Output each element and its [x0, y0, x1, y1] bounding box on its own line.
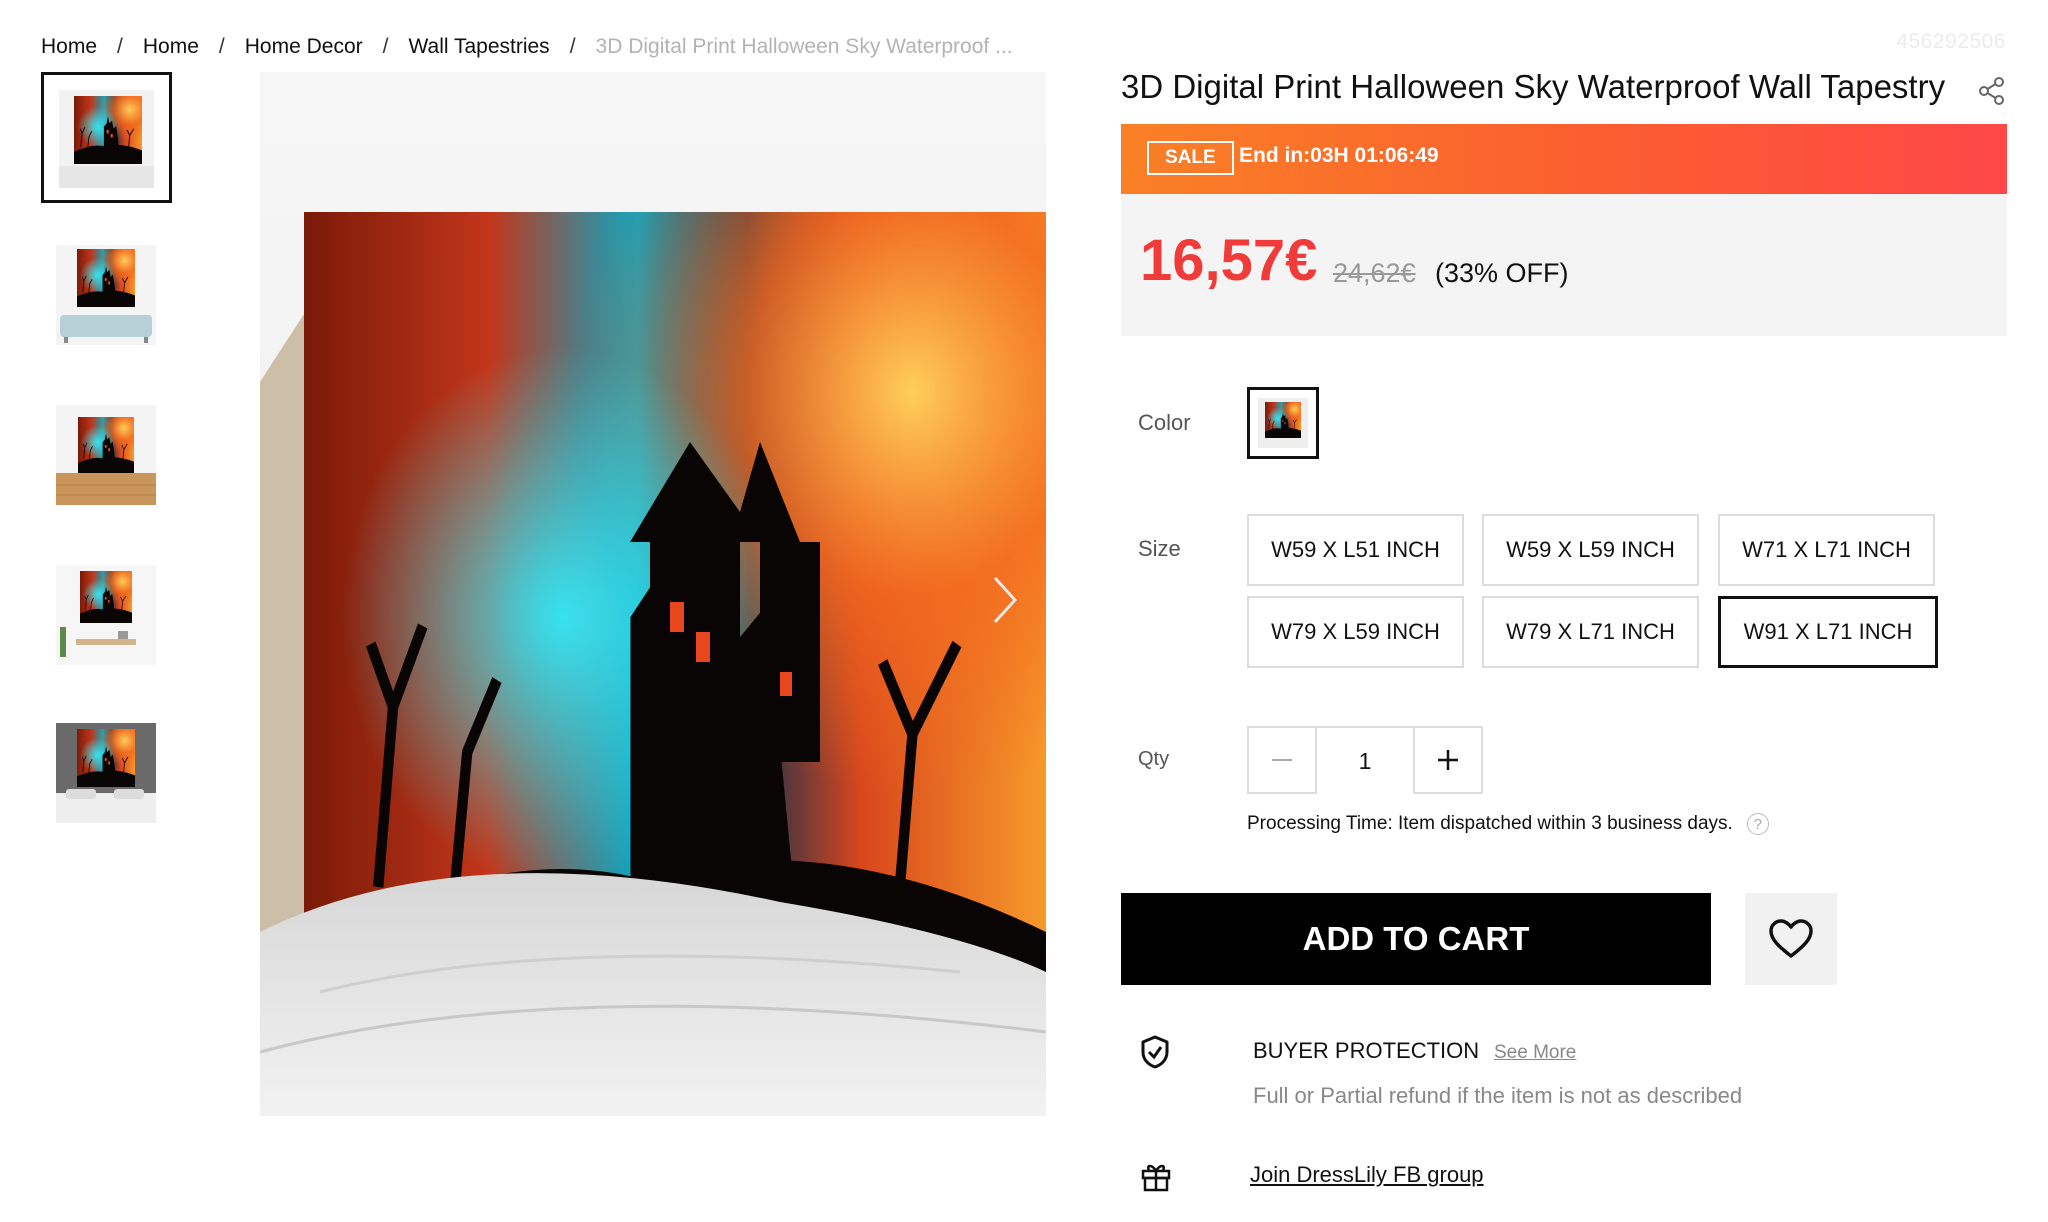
- processing-time: Processing Time: Item dispatched within …: [1247, 813, 1769, 835]
- thumbnail-3[interactable]: [41, 390, 172, 521]
- help-icon[interactable]: ?: [1746, 813, 1769, 835]
- thumbnail-5[interactable]: [41, 708, 172, 839]
- thumbnail-image: [56, 245, 156, 345]
- wishlist-button[interactable]: [1745, 893, 1837, 985]
- size-option-w79-l71[interactable]: W79 X L71 INCH: [1482, 596, 1699, 668]
- gift-icon: [1141, 1164, 1171, 1192]
- share-icon[interactable]: [1978, 76, 2006, 106]
- price-panel: 16,57€ 24,62€ (33% OFF): [1121, 194, 2007, 336]
- thumbnail-2[interactable]: [41, 230, 172, 361]
- buyer-protection-title: BUYER PROTECTION: [1253, 1038, 1480, 1063]
- flash-sale-bar: SALE End in:03H 01:06:49: [1121, 124, 2007, 194]
- breadcrumb-link-wall-tapestries[interactable]: Wall Tapestries: [408, 35, 549, 59]
- size-option-w59-l59[interactable]: W59 X L59 INCH: [1482, 514, 1699, 586]
- product-sku: 456292506: [1896, 30, 2006, 53]
- thumbnail-1[interactable]: [41, 72, 172, 203]
- plus-icon[interactable]: [1413, 728, 1481, 792]
- shield-check-icon: [1141, 1035, 1169, 1069]
- sale-countdown: End in:03H 01:06:49: [1239, 144, 1439, 167]
- buyer-protection-description: Full or Partial refund if the item is no…: [1253, 1083, 1743, 1108]
- current-price: 16,57€: [1140, 228, 1318, 293]
- size-label: Size: [1138, 536, 1181, 561]
- quantity-stepper: [1247, 726, 1483, 794]
- size-option-w79-l59[interactable]: W79 X L59 INCH: [1247, 596, 1464, 668]
- thumbnail-image: [56, 565, 156, 665]
- minus-icon[interactable]: [1249, 728, 1317, 792]
- product-photo: [260, 72, 1046, 1116]
- qty-label: Qty: [1138, 748, 1170, 770]
- thumbnail-image: [59, 90, 154, 188]
- color-swatch-image: [1258, 398, 1308, 448]
- size-option-w71-l71[interactable]: W71 X L71 INCH: [1718, 514, 1935, 586]
- sale-badge: SALE: [1147, 141, 1234, 175]
- breadcrumb-separator: /: [382, 35, 389, 58]
- add-to-cart-button[interactable]: ADD TO CART: [1121, 893, 1711, 985]
- color-swatch[interactable]: [1247, 387, 1319, 459]
- breadcrumb-separator: /: [569, 35, 576, 58]
- see-more-link[interactable]: See More: [1494, 1042, 1576, 1064]
- discount-label: (33% OFF): [1435, 258, 1569, 288]
- join-fb-group-link[interactable]: Join DressLily FB group: [1250, 1162, 1484, 1188]
- size-option-w59-l51[interactable]: W59 X L51 INCH: [1247, 514, 1464, 586]
- breadcrumb-separator: /: [218, 35, 225, 58]
- breadcrumb-link-home-2[interactable]: Home: [143, 35, 199, 59]
- color-label: Color: [1138, 410, 1191, 435]
- original-price: 24,62€: [1333, 258, 1416, 288]
- breadcrumb-separator: /: [117, 35, 123, 58]
- breadcrumb-current: 3D Digital Print Halloween Sky Waterproo…: [595, 35, 1013, 58]
- main-product-image[interactable]: [260, 72, 1046, 1116]
- breadcrumb-link-home[interactable]: Home: [41, 35, 97, 59]
- processing-text: Processing Time: Item dispatched within …: [1247, 813, 1733, 834]
- chevron-right-icon[interactable]: [985, 570, 1025, 630]
- breadcrumb: Home / Home / Home Decor / Wall Tapestri…: [41, 32, 1013, 62]
- product-title: 3D Digital Print Halloween Sky Waterproo…: [1121, 68, 1946, 105]
- thumbnail-image: [56, 723, 156, 823]
- quantity-input[interactable]: [1317, 728, 1413, 794]
- thumbnail-4[interactable]: [41, 550, 172, 681]
- heart-icon: [1769, 919, 1813, 958]
- size-option-w91-l71[interactable]: W91 X L71 INCH: [1718, 596, 1938, 668]
- breadcrumb-link-home-decor[interactable]: Home Decor: [245, 35, 363, 59]
- thumbnail-image: [56, 405, 156, 505]
